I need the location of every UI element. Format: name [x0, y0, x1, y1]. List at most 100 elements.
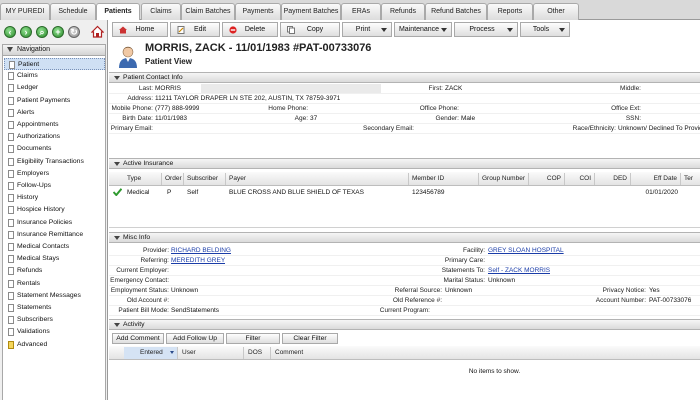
tab-refunds[interactable]: Refunds — [381, 3, 425, 20]
document-icon — [8, 230, 14, 239]
column-header[interactable]: DOS — [244, 347, 271, 359]
checkmark-icon — [113, 188, 122, 196]
sidebar-item-insurance-policies[interactable]: Insurance Policies — [4, 217, 105, 229]
sidebar-item-rentals[interactable]: Rentals — [4, 278, 105, 290]
employment-status-label: Employment Status: — [110, 287, 169, 294]
section-patient-contact-info[interactable]: Patient Contact Info — [109, 72, 700, 83]
column-header[interactable]: DED — [595, 173, 631, 185]
column-header[interactable]: Ter — [681, 173, 700, 185]
column-header[interactable]: COP — [529, 173, 565, 185]
add-icon[interactable]: + — [52, 26, 64, 38]
address-value: 11211 TAYLOR DRAPER LN STE 202, AUSTIN, … — [155, 95, 341, 102]
emergency-contact-label: Emergency Contact: — [110, 277, 169, 284]
sidebar-item-follow-ups[interactable]: Follow-Ups — [4, 180, 105, 192]
print-menu[interactable]: Print — [342, 22, 392, 37]
sidebar-item-medical-stays[interactable]: Medical Stays — [4, 253, 105, 265]
provider-link[interactable]: RICHARD BELDING — [171, 246, 231, 256]
tab-patients[interactable]: Patients — [96, 3, 140, 21]
collapse-icon — [7, 47, 13, 52]
sidebar-item-label: Claims — [17, 72, 38, 80]
section-activity[interactable]: Activity — [109, 319, 700, 330]
sidebar-item-label: Employers — [17, 169, 50, 177]
filter-button[interactable]: Filter — [226, 333, 280, 344]
sidebar-item-medical-contacts[interactable]: Medical Contacts — [4, 241, 105, 253]
sidebar-item-label: Medical Contacts — [17, 243, 70, 250]
secondary-email-label: Secondary Email: — [363, 125, 414, 132]
column-header-sorted[interactable]: Entered — [124, 347, 178, 359]
sidebar-item-statement-messages[interactable]: Statement Messages — [4, 290, 105, 302]
forward-icon[interactable]: › — [20, 26, 32, 38]
employment-status-value: Unknown — [171, 287, 199, 294]
tab-other[interactable]: Other — [533, 3, 579, 20]
sidebar-item-insurance-remittance[interactable]: Insurance Remittance — [4, 229, 105, 241]
sidebar-item-alerts[interactable]: Alerts — [4, 107, 105, 119]
process-menu[interactable]: Process — [454, 22, 518, 37]
old-account-label: Old Account #: — [126, 297, 169, 304]
sidebar-item-patient-payments[interactable]: Patient Payments — [4, 95, 105, 107]
last-name-label: Last: — [138, 85, 153, 92]
sidebar-item-documents[interactable]: Documents — [4, 143, 105, 155]
facility-link[interactable]: GREY SLOAN HOSPITAL — [488, 246, 564, 256]
column-header[interactable]: Subscriber — [184, 173, 226, 185]
column-header[interactable]: Comment — [271, 347, 700, 359]
back-icon[interactable]: ‹ — [4, 26, 16, 38]
document-icon — [8, 121, 14, 129]
home-button[interactable]: Home — [112, 22, 168, 37]
copy-button[interactable]: Copy — [280, 22, 340, 37]
tab-claims[interactable]: Claims — [141, 3, 181, 20]
column-header[interactable]: COI — [565, 173, 595, 185]
chevron-down-icon — [441, 28, 447, 32]
sidebar-item-subscribers[interactable]: Subscribers — [4, 314, 105, 326]
clear-filter-button[interactable]: Clear Filter — [282, 333, 338, 344]
column-header[interactable]: User — [178, 347, 244, 359]
tab-refund-batches[interactable]: Refund Batches — [425, 3, 487, 20]
document-icon — [8, 133, 14, 142]
search-icon[interactable]: ⌕ — [36, 26, 48, 38]
referring-label: Referring: — [140, 257, 169, 264]
edit-button[interactable]: Edit — [170, 22, 220, 37]
sidebar-item-advanced[interactable]: Advanced — [4, 339, 105, 351]
section-misc-info[interactable]: Misc Info — [109, 232, 700, 243]
navigation-header[interactable]: Navigation — [2, 44, 106, 56]
section-active-insurance[interactable]: Active Insurance — [109, 158, 700, 169]
sidebar-item-employers[interactable]: Employers — [4, 168, 105, 180]
sidebar-item-history[interactable]: History — [4, 192, 105, 204]
sidebar-item-validations[interactable]: Validations — [4, 326, 105, 338]
tools-menu[interactable]: Tools — [520, 22, 570, 37]
sidebar-item-patient[interactable]: Patient — [4, 58, 105, 70]
tab-reports[interactable]: Reports — [487, 3, 533, 20]
tab-payment-batches[interactable]: Payment Batches — [281, 3, 341, 20]
referring-link[interactable]: MEREDITH GREY — [171, 256, 225, 266]
statements-to-link[interactable]: Self - ZACK MORRIS — [488, 266, 550, 276]
sidebar-item-ledger[interactable]: Ledger — [4, 82, 105, 94]
column-header[interactable]: Type — [124, 173, 162, 185]
ssn-label: SSN: — [625, 115, 641, 122]
column-header[interactable]: Member ID — [409, 173, 479, 185]
sidebar-item-refunds[interactable]: Refunds — [4, 265, 105, 277]
sidebar-item-label: Alerts — [17, 108, 35, 116]
home-phone-label: Home Phone: — [268, 105, 308, 112]
column-header[interactable]: Group Number — [479, 173, 529, 185]
home-icon[interactable] — [91, 25, 104, 38]
maintenance-menu[interactable]: Maintenance — [394, 22, 452, 37]
tab-schedule[interactable]: Schedule — [50, 3, 96, 20]
column-header[interactable]: Eff Date — [631, 173, 681, 185]
sidebar-item-hospice-history[interactable]: Hospice History — [4, 204, 105, 216]
sidebar-item-authorizations[interactable]: Authorizations — [4, 131, 105, 143]
tab-eras[interactable]: ERAs — [341, 3, 381, 20]
add-comment-button[interactable]: Add Comment — [112, 333, 164, 344]
sidebar-item-eligibility-transactions[interactable]: Eligibility Transactions — [4, 156, 105, 168]
column-header[interactable]: Payer — [226, 173, 409, 185]
sidebar-item-appointments[interactable]: Appointments — [4, 119, 105, 131]
contact-row: Last: MORRIS First: ZACK Middle: — [109, 84, 700, 94]
add-follow-up-button[interactable]: Add Follow Up — [166, 333, 224, 344]
sidebar-item-statements[interactable]: Statements — [4, 302, 105, 314]
tab-claim-batches[interactable]: Claim Batches — [181, 3, 235, 20]
tab-my-puredi[interactable]: MY PUREDI — [0, 3, 50, 20]
refresh-icon[interactable]: ↻ — [68, 26, 80, 38]
column-header[interactable]: Order — [162, 173, 184, 185]
document-icon — [8, 157, 14, 166]
tab-payments[interactable]: Payments — [235, 3, 281, 20]
delete-button[interactable]: Delete — [222, 22, 278, 37]
sidebar-item-claims[interactable]: Claims — [4, 70, 105, 82]
